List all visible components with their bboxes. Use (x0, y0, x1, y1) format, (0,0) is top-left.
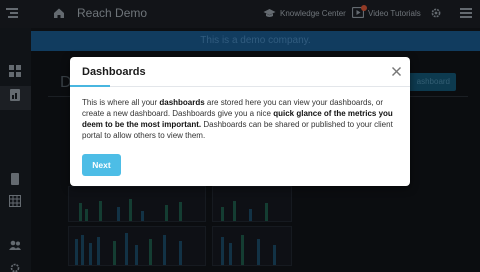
modal-body-text: This is where all your dashboards are st… (82, 98, 393, 140)
modal-divider (110, 86, 410, 87)
modal-title: Dashboards (82, 66, 146, 78)
dashboards-tour-modal: Dashboards This is where all your dashbo… (70, 57, 410, 186)
modal-accent-line (70, 85, 110, 87)
modal-header: Dashboards (70, 57, 410, 85)
close-icon[interactable] (391, 66, 402, 77)
next-button[interactable]: Next (82, 154, 121, 176)
